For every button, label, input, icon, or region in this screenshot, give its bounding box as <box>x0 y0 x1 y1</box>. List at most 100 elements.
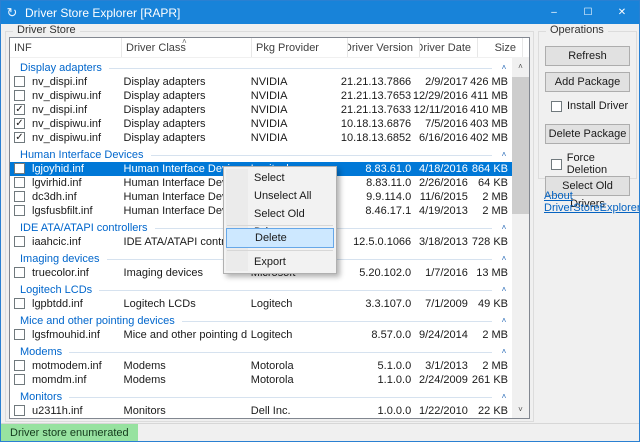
table-row[interactable]: lgsfmouhid.infMice and other pointing de… <box>10 328 512 342</box>
group-collapse-icon[interactable]: ˄ <box>496 347 512 357</box>
operations-groupbox: Operations Refresh Add Package Install D… <box>538 31 637 179</box>
row-checkbox-checked[interactable]: ✓ <box>14 132 25 143</box>
group-collapse-icon[interactable]: ˄ <box>496 316 512 326</box>
row-checkbox[interactable] <box>14 405 25 416</box>
title-bar[interactable]: ↻ Driver Store Explorer [RAPR] – ☐ ✕ <box>1 1 639 24</box>
row-checkbox[interactable] <box>14 191 25 202</box>
close-button[interactable]: ✕ <box>605 1 639 24</box>
menu-item-select[interactable]: Select <box>226 169 334 187</box>
inf-name: lgvirhid.inf <box>32 177 82 189</box>
group-collapse-icon[interactable]: ˄ <box>496 254 512 264</box>
row-checkbox[interactable] <box>14 236 25 247</box>
driver-class-cell: Monitors <box>120 404 247 418</box>
column-header-inf[interactable]: INF <box>10 38 122 57</box>
table-row[interactable]: ✓nv_dispiwu.infDisplay adaptersNVIDIA10.… <box>10 131 512 145</box>
menu-separator <box>227 250 333 251</box>
table-row[interactable]: nv_dispi.infDisplay adaptersNVIDIA21.21.… <box>10 75 512 89</box>
context-menu: SelectUnselect AllSelect Old Drivers Dele… <box>223 166 337 274</box>
table-row[interactable]: motmodem.infModemsMotorola5.1.0.03/1/201… <box>10 359 512 373</box>
group-divider <box>109 68 492 69</box>
column-header-prov[interactable]: Pkg Provider <box>252 38 348 57</box>
driver-version-cell: 1.0.0.0 <box>341 404 411 418</box>
checkbox-icon[interactable] <box>551 159 562 170</box>
row-checkbox[interactable] <box>14 267 25 278</box>
table-row[interactable]: u2311h.infMonitorsDell Inc.1.0.0.01/22/2… <box>10 404 512 418</box>
force-deletion-checkbox[interactable]: Force Deletion <box>551 152 636 176</box>
driver-version-cell: 9.9.114.0 <box>341 190 411 204</box>
table-row[interactable]: momdm.infModemsMotorola1.1.0.02/24/20092… <box>10 373 512 387</box>
row-checkbox[interactable] <box>14 90 25 101</box>
inf-name: momdm.inf <box>32 374 86 386</box>
row-checkbox[interactable] <box>14 163 25 174</box>
vertical-scrollbar[interactable]: ˄ ˅ <box>512 58 529 418</box>
group-header: Logitech LCDs˄ <box>10 280 512 297</box>
add-package-button[interactable]: Add Package <box>545 72 630 92</box>
driver-date-cell: 2/26/2016 <box>411 176 468 190</box>
size-cell: 49 KB <box>468 297 512 311</box>
group-collapse-icon[interactable]: ˄ <box>496 285 512 295</box>
delete-package-button[interactable]: Delete Package <box>545 124 630 144</box>
size-cell: 410 MB <box>468 103 512 117</box>
column-header-row: INFDriver Class˄Pkg ProviderDriver Versi… <box>10 38 529 58</box>
about-link[interactable]: About DriverStoreExplorer <box>544 190 640 214</box>
inf-cell: lgjoyhid.inf <box>10 162 120 176</box>
row-checkbox-checked[interactable]: ✓ <box>14 104 25 115</box>
driver-date-cell: 7/5/2016 <box>411 117 468 131</box>
install-driver-checkbox[interactable]: Install Driver <box>551 100 628 112</box>
inf-name: iaahcic.inf <box>32 236 81 248</box>
row-checkbox[interactable] <box>14 329 25 340</box>
column-header-size[interactable]: Size <box>478 38 523 57</box>
driver-version-cell: 1.1.0.0 <box>341 373 411 387</box>
status-message: Driver store enumerated <box>1 424 138 441</box>
sort-ascending-icon: ˄ <box>182 38 187 46</box>
group-header: Human Interface Devices˄ <box>10 145 512 162</box>
maximize-button[interactable]: ☐ <box>571 1 605 24</box>
inf-cell: ✓nv_dispi.inf <box>10 103 120 117</box>
inf-name: lgsfusbfilt.inf <box>32 205 93 217</box>
row-checkbox-checked[interactable]: ✓ <box>14 118 25 129</box>
row-checkbox[interactable] <box>14 374 25 385</box>
pkg-provider-cell: NVIDIA <box>247 131 341 145</box>
row-checkbox[interactable] <box>14 205 25 216</box>
size-cell: 13 MB <box>468 266 512 280</box>
minimize-button[interactable]: – <box>537 1 571 24</box>
driver-version-cell: 8.83.61.0 <box>341 162 411 176</box>
group-collapse-icon[interactable]: ˄ <box>496 150 512 160</box>
driver-store-label: Driver Store <box>13 24 80 36</box>
refresh-button[interactable]: Refresh <box>545 46 630 66</box>
table-row[interactable]: nv_dispiwu.infDisplay adaptersNVIDIA21.2… <box>10 89 512 103</box>
group-collapse-icon[interactable]: ˄ <box>496 63 512 73</box>
driver-date-cell: 4/19/2013 <box>411 204 468 218</box>
scroll-down-icon[interactable]: ˅ <box>512 401 529 418</box>
inf-cell: momdm.inf <box>10 373 120 387</box>
scroll-up-icon[interactable]: ˄ <box>512 58 529 75</box>
pkg-provider-cell: Motorola <box>247 359 341 373</box>
scrollbar-thumb[interactable] <box>512 77 529 214</box>
column-header-class[interactable]: Driver Class˄ <box>122 38 252 57</box>
row-checkbox[interactable] <box>14 177 25 188</box>
pkg-provider-cell: Logitech <box>247 297 341 311</box>
group-collapse-icon[interactable]: ˄ <box>496 223 512 233</box>
inf-cell: dc3dh.inf <box>10 190 120 204</box>
column-header-ver[interactable]: Driver Version <box>348 38 420 57</box>
menu-item-unselect-all[interactable]: Unselect All <box>226 187 334 205</box>
table-row[interactable]: lgpbtdd.infLogitech LCDsLogitech3.3.107.… <box>10 297 512 311</box>
menu-item-delete[interactable]: Delete <box>226 228 334 248</box>
column-header-date[interactable]: Driver Date <box>420 38 478 57</box>
checkbox-icon[interactable] <box>551 101 562 112</box>
menu-item-export[interactable]: Export <box>226 253 334 271</box>
force-deletion-label: Force Deletion <box>567 152 636 176</box>
group-collapse-icon[interactable]: ˄ <box>496 392 512 402</box>
menu-item-select-old-drivers[interactable]: Select Old Drivers <box>226 205 334 223</box>
inf-cell: iaahcic.inf <box>10 235 120 249</box>
column-header-label: Driver Date <box>420 42 471 54</box>
inf-cell: nv_dispi.inf <box>10 75 120 89</box>
row-checkbox[interactable] <box>14 360 25 371</box>
group-name: Mice and other pointing devices <box>10 315 175 327</box>
inf-cell: ✓nv_dispiwu.inf <box>10 117 120 131</box>
table-row[interactable]: ✓nv_dispi.infDisplay adaptersNVIDIA21.21… <box>10 103 512 117</box>
inf-name: lgsfmouhid.inf <box>32 329 100 341</box>
table-row[interactable]: ✓nv_dispiwu.infDisplay adaptersNVIDIA10.… <box>10 117 512 131</box>
row-checkbox[interactable] <box>14 76 25 87</box>
row-checkbox[interactable] <box>14 298 25 309</box>
